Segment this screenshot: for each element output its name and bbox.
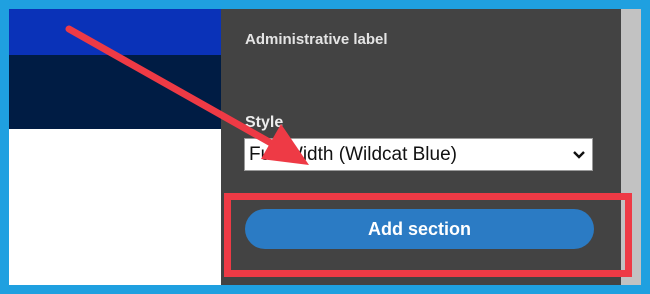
screenshot-frame: Administrative label Style Full Width (W… (0, 0, 650, 294)
style-select[interactable]: Full Width (Wildcat Blue) (244, 138, 593, 171)
style-label: Style (245, 114, 284, 131)
preview-blue-band (9, 9, 221, 55)
administrative-label: Administrative label (245, 31, 388, 48)
style-select-value: Full Width (Wildcat Blue) (249, 143, 457, 165)
add-section-button[interactable]: Add section (245, 209, 594, 249)
page-preview (9, 9, 221, 285)
scrollbar[interactable] (621, 9, 641, 285)
preview-navy-band (9, 55, 221, 129)
settings-panel: Administrative label Style Full Width (W… (221, 9, 621, 285)
chevron-down-icon (572, 150, 586, 160)
